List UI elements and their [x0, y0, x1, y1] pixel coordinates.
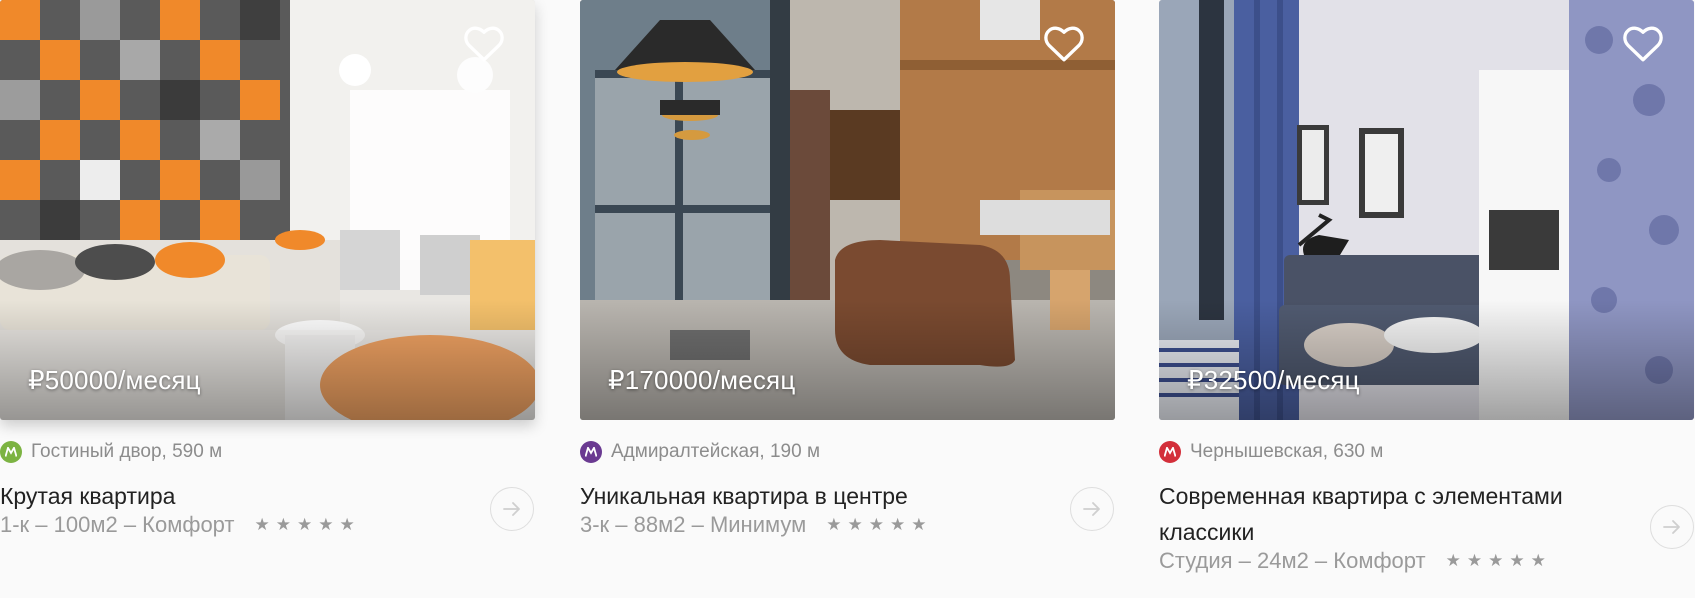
- metro-icon: [1159, 441, 1181, 463]
- rating-stars: ★★★★★: [254, 515, 361, 534]
- metro-station: Адмиралтейская, 190 м: [611, 441, 821, 462]
- metro-info: Адмиралтейская, 190 м: [580, 440, 820, 464]
- metro-icon: [0, 441, 22, 463]
- favorite-button[interactable]: [1622, 24, 1664, 64]
- price-label: ₽170000/месяц: [608, 365, 796, 395]
- listing-title[interactable]: Современная квартира с элементами класси…: [1159, 478, 1629, 550]
- open-listing-button[interactable]: [490, 487, 534, 531]
- heart-outline-icon: [464, 26, 504, 62]
- listing-specs: 1-к – 100м2 – Комфорт ★★★★★: [0, 512, 361, 538]
- metro-station: Гостиный двор, 590 м: [31, 441, 223, 462]
- rating-stars: ★★★★★: [826, 515, 933, 534]
- listing-title[interactable]: Уникальная квартира в центре: [580, 478, 1050, 514]
- specs-text: 1-к – 100м2 – Комфорт: [0, 512, 235, 537]
- listing-photo[interactable]: ₽170000/месяц: [580, 0, 1115, 420]
- price-label: ₽32500/месяц: [1187, 365, 1360, 395]
- favorite-button[interactable]: [1043, 24, 1085, 64]
- favorite-button[interactable]: [463, 24, 505, 64]
- photo-gradient: [1159, 300, 1694, 420]
- price-label: ₽50000/месяц: [28, 365, 201, 395]
- metro-icon: [580, 441, 602, 463]
- listing-card-2[interactable]: ₽170000/месяц Адмиралтейская, 190 м Уник…: [580, 0, 1115, 598]
- listing-specs: 3-к – 88м2 – Минимум ★★★★★: [580, 512, 932, 538]
- photo-gradient: [580, 300, 1115, 420]
- metro-info: Чернышевская, 630 м: [1159, 440, 1383, 464]
- listing-photo[interactable]: ₽32500/месяц: [1159, 0, 1694, 420]
- arrow-right-icon: [503, 502, 520, 516]
- listing-card-3[interactable]: ₽32500/месяц Чернышевская, 630 м Совреме…: [1159, 0, 1694, 598]
- metro-info: Гостиный двор, 590 м: [0, 440, 222, 464]
- listing-title[interactable]: Крутая квартира: [0, 478, 470, 514]
- specs-text: 3-к – 88м2 – Минимум: [580, 512, 807, 537]
- open-listing-button[interactable]: [1650, 505, 1694, 549]
- arrow-right-icon: [1663, 520, 1680, 534]
- heart-outline-icon: [1044, 26, 1084, 62]
- photo-gradient: [0, 300, 535, 420]
- specs-text: Студия – 24м2 – Комфорт: [1159, 548, 1426, 573]
- arrow-right-icon: [1083, 502, 1100, 516]
- listing-card-1[interactable]: ₽50000/месяц Гостиный двор, 590 м Крутая…: [0, 0, 535, 598]
- heart-outline-icon: [1623, 26, 1663, 62]
- open-listing-button[interactable]: [1070, 487, 1114, 531]
- listing-specs: Студия – 24м2 – Комфорт ★★★★★: [1159, 548, 1552, 574]
- listing-photo[interactable]: ₽50000/месяц: [0, 0, 535, 420]
- metro-station: Чернышевская, 630 м: [1190, 441, 1384, 462]
- rating-stars: ★★★★★: [1445, 551, 1552, 570]
